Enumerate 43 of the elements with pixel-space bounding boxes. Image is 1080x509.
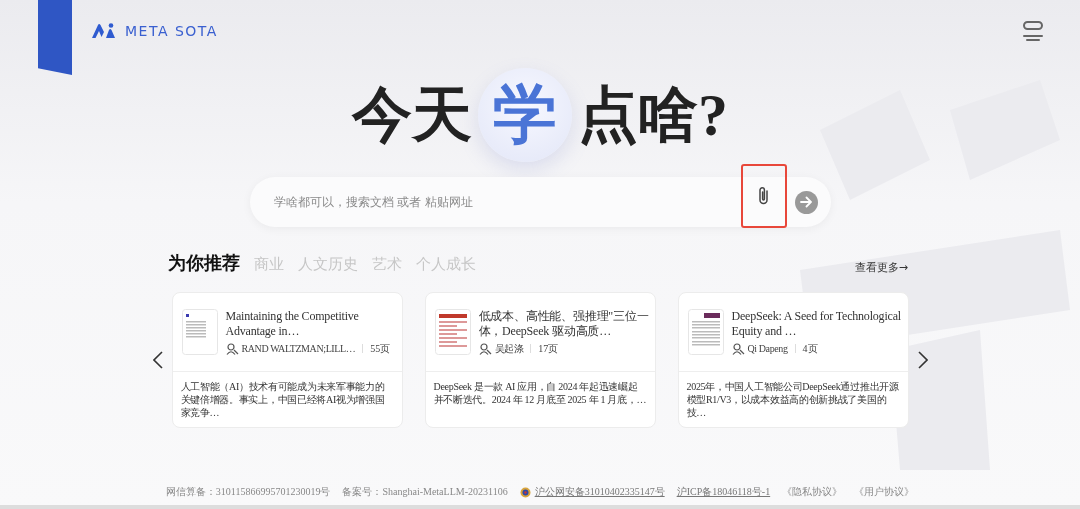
author-name: RAND WALTZMAN;LILL… bbox=[241, 342, 356, 355]
person-icon bbox=[225, 342, 239, 355]
footer-text: 网信算备：310115866995701230019号 bbox=[165, 485, 331, 499]
footer-text: 备案号：Shanghai-MetaLLM-20231106 bbox=[342, 485, 508, 499]
person-icon bbox=[731, 342, 745, 355]
document-title: Maintaining the Competitive Advantage in… bbox=[225, 309, 360, 339]
person-icon bbox=[478, 342, 492, 355]
document-card[interactable]: 低成本、高性能、强推理"三位一体，DeepSeek 驱动高质… 吴起涤 17页 DeepSeek 是一款 AI 应用，自 2024 年起迅速崛起并不断迭代。2024 年 12 月底至 2025 年 1 月底，… bbox=[424, 292, 656, 428]
page-count: 17页 bbox=[538, 342, 559, 355]
arrow-right-icon bbox=[800, 196, 812, 208]
category-tab[interactable]: 为你推荐 bbox=[168, 251, 240, 275]
attach-button[interactable] bbox=[740, 164, 787, 228]
document-summary: 人工智能（AI）技术有可能成为未来军事能力的关键倍增器。事实上，中国已经将AI视为增强国家竞争… bbox=[179, 380, 386, 420]
document-title: 低成本、高性能、强推理"三位一体，DeepSeek 驱动高质… bbox=[478, 309, 650, 339]
police-emblem-icon bbox=[519, 486, 531, 498]
page-count: 4页 bbox=[802, 342, 818, 355]
document-thumbnail-drawing bbox=[181, 309, 218, 355]
footer-text: 《隐私协议》 bbox=[782, 485, 843, 499]
document-title: DeepSeek: A Seed for Technological Equity and … bbox=[731, 309, 902, 339]
menu-icon bbox=[1022, 20, 1044, 42]
footer-text: 《用户协议》 bbox=[854, 485, 915, 499]
menu-button[interactable] bbox=[1022, 20, 1044, 42]
chevron-right-icon bbox=[917, 351, 928, 369]
highlight-character: 学 bbox=[478, 68, 572, 162]
document-summary: DeepSeek 是一款 AI 应用，自 2024 年起迅速崛起并不断迭代。2024 年 12 月底至 2025 年 1 月底，… bbox=[432, 380, 648, 407]
author-name: Qi Dapeng bbox=[747, 342, 788, 355]
submit-button[interactable] bbox=[794, 190, 818, 214]
logo-text: META SOTA bbox=[125, 23, 218, 39]
document-thumbnail-drawing bbox=[687, 309, 724, 355]
paperclip-icon bbox=[756, 185, 771, 207]
document-thumbnail-drawing bbox=[434, 309, 471, 355]
chevron-left-icon bbox=[152, 351, 163, 369]
document-summary: 2025年，中国人工智能公司DeepSeek通过推出开源模型R1/V3，以成本效益高的创新挑战了美国的技… bbox=[685, 380, 900, 420]
author-name: 吴起涤 bbox=[494, 342, 524, 355]
police-record-link[interactable]: 沪公网安备31010402335147号 bbox=[519, 485, 665, 499]
hero-text: 今天 bbox=[352, 85, 472, 145]
document-card[interactable]: DeepSeek: A Seed for Technological Equity and … Qi Dapeng 4页 2025年，中国人工智能公司DeepSeek通过推出开源模型R1/V3，以成本效益高的创新挑战了美国的技… bbox=[677, 292, 909, 428]
logo-icon bbox=[91, 23, 117, 39]
page-count: 55页 bbox=[370, 342, 391, 355]
document-card[interactable]: Maintaining the Competitive Advantage in… RAND WALTZMAN;LILL… 55页 人工智能（AI）技术有可能成为未来军事能力的关键倍增器。事实上，中国已经将AI视为增强国家竞争… bbox=[171, 292, 403, 428]
hero-text: 点啥? bbox=[578, 85, 728, 145]
icp-record-link[interactable]: 沪ICP备18046118号-1 bbox=[676, 485, 771, 499]
view-more-link[interactable]: 查看更多→ bbox=[854, 260, 908, 275]
